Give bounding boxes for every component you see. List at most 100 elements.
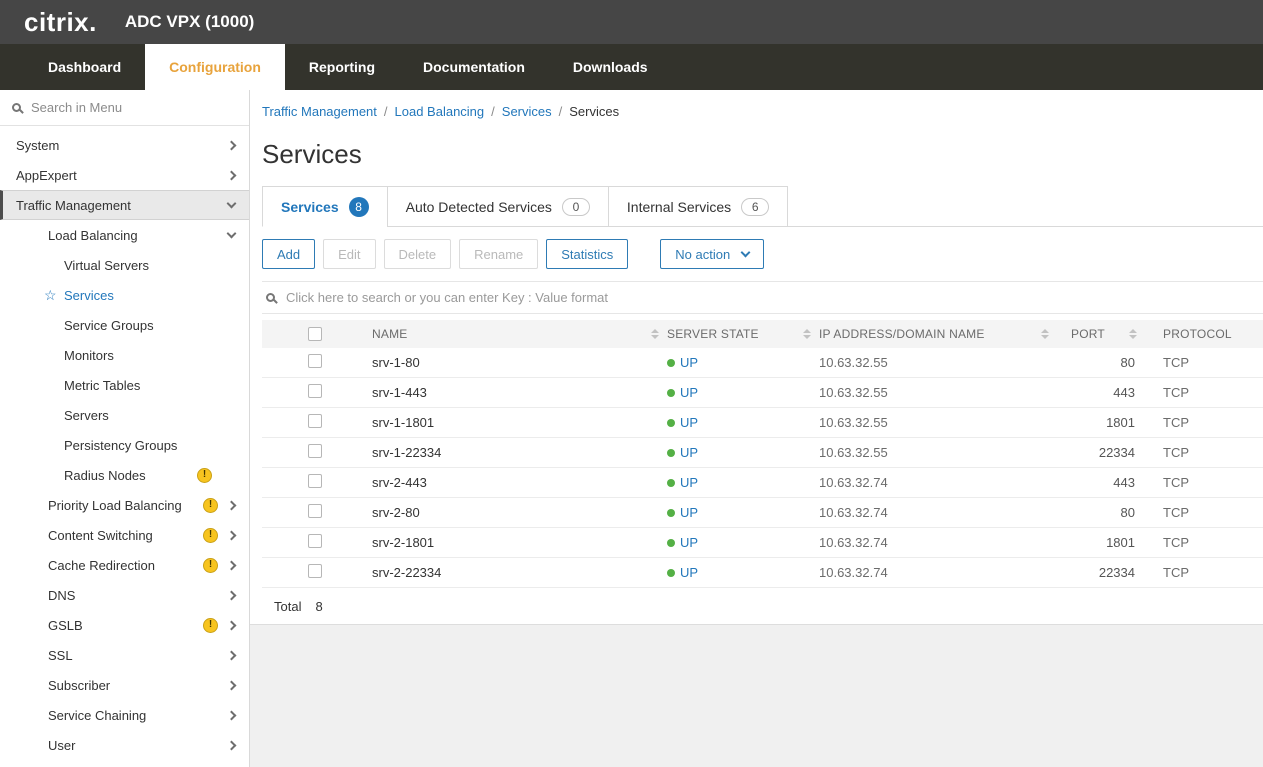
nav-tab-reporting[interactable]: Reporting (285, 44, 399, 90)
column-header-ip-address[interactable]: IP ADDRESS/DOMAIN NAME (819, 320, 1057, 348)
app-window: citrix. ADC VPX (1000) Dashboard Configu… (0, 0, 1263, 767)
table-row[interactable]: srv-1-80 UP 10.63.32.55 80 TCP (262, 348, 1263, 378)
server-state: UP (667, 385, 819, 400)
sidebar-item-service-chaining[interactable]: Service Chaining (0, 700, 249, 730)
sidebar-item-label: Load Balancing (48, 228, 228, 243)
sidebar-item-dns[interactable]: DNS (0, 580, 249, 610)
sort-icon (803, 329, 811, 339)
breadcrumb-link-traffic-management[interactable]: Traffic Management (262, 104, 377, 119)
tab-auto-detected-services[interactable]: Auto Detected Services 0 (387, 186, 609, 227)
breadcrumb-link-services[interactable]: Services (502, 104, 552, 119)
sidebar-item-metric-tables[interactable]: Metric Tables (0, 370, 249, 400)
row-checkbox[interactable] (308, 354, 322, 368)
sidebar-item-monitors[interactable]: Monitors (0, 340, 249, 370)
edit-button[interactable]: Edit (323, 239, 375, 269)
table-row[interactable]: srv-1-1801 UP 10.63.32.55 1801 TCP (262, 408, 1263, 438)
sidebar-item-priority-load-balancing[interactable]: Priority Load Balancing ! (0, 490, 249, 520)
nav-tab-configuration[interactable]: Configuration (145, 44, 285, 90)
sidebar-item-label: SSL (48, 648, 228, 663)
rename-button[interactable]: Rename (459, 239, 538, 269)
chevron-right-icon (227, 590, 237, 600)
nav-tab-dashboard[interactable]: Dashboard (24, 44, 145, 90)
tab-internal-services[interactable]: Internal Services 6 (608, 186, 788, 227)
no-action-label: No action (675, 247, 730, 262)
column-label: PORT (1071, 327, 1105, 341)
table-row[interactable]: srv-1-443 UP 10.63.32.55 443 TCP (262, 378, 1263, 408)
chevron-right-icon (227, 650, 237, 660)
row-checkbox[interactable] (308, 384, 322, 398)
warning-icon: ! (203, 528, 218, 543)
status-up-dot (667, 569, 675, 577)
no-action-dropdown[interactable]: No action (660, 239, 764, 269)
breadcrumb-link-load-balancing[interactable]: Load Balancing (395, 104, 485, 119)
table-row[interactable]: srv-2-443 UP 10.63.32.74 443 TCP (262, 468, 1263, 498)
sidebar-item-label: Services (64, 288, 235, 303)
sidebar-item-label: Persistency Groups (64, 438, 235, 453)
nav-tab-downloads[interactable]: Downloads (549, 44, 672, 90)
column-header-name[interactable]: NAME (362, 320, 667, 348)
nav-tab-documentation[interactable]: Documentation (399, 44, 549, 90)
tab-label: Internal Services (627, 199, 731, 215)
table-search-input[interactable] (284, 289, 1263, 306)
sidebar-item-label: Service Chaining (48, 708, 228, 723)
select-all-checkbox[interactable] (308, 327, 322, 341)
protocol: TCP (1145, 445, 1263, 460)
row-checkbox[interactable] (308, 474, 322, 488)
sidebar-item-traffic-management[interactable]: Traffic Management (0, 190, 249, 220)
warning-icon: ! (203, 558, 218, 573)
sidebar-item-cache-redirection[interactable]: Cache Redirection ! (0, 550, 249, 580)
sidebar-item-virtual-servers[interactable]: Virtual Servers (0, 250, 249, 280)
breadcrumb: Traffic Management / Load Balancing / Se… (262, 90, 1263, 119)
row-checkbox[interactable] (308, 414, 322, 428)
tab-services[interactable]: Services 8 (262, 186, 388, 227)
sidebar-item-user[interactable]: User (0, 730, 249, 760)
sidebar-item-load-balancing[interactable]: Load Balancing (0, 220, 249, 250)
status-up-dot (667, 419, 675, 427)
row-checkbox[interactable] (308, 534, 322, 548)
protocol: TCP (1145, 475, 1263, 490)
sidebar-item-services[interactable]: ☆ Services (0, 280, 249, 310)
status-up-dot (667, 509, 675, 517)
sidebar-item-persistency-groups[interactable]: Persistency Groups (0, 430, 249, 460)
sidebar-search-input[interactable] (29, 99, 237, 116)
main-content: Traffic Management / Load Balancing / Se… (250, 90, 1263, 767)
table-row[interactable]: srv-2-80 UP 10.63.32.74 80 TCP (262, 498, 1263, 528)
row-checkbox[interactable] (308, 444, 322, 458)
column-label: PROTOCOL (1163, 327, 1232, 341)
top-header: citrix. ADC VPX (1000) (0, 0, 1263, 44)
tab-count-badge: 0 (562, 198, 590, 216)
row-checkbox[interactable] (308, 564, 322, 578)
table-row[interactable]: srv-2-22334 UP 10.63.32.74 22334 TCP (262, 558, 1263, 588)
chevron-right-icon (227, 620, 237, 630)
column-header-port[interactable]: PORT (1057, 320, 1145, 348)
server-state: UP (667, 505, 819, 520)
ip-address: 10.63.32.55 (819, 355, 1057, 370)
sidebar-item-appexpert[interactable]: AppExpert (0, 160, 249, 190)
chevron-down-icon (741, 248, 751, 258)
sidebar-item-content-switching[interactable]: Content Switching ! (0, 520, 249, 550)
sidebar-item-system[interactable]: System (0, 130, 249, 160)
table-search[interactable] (262, 281, 1263, 314)
add-button[interactable]: Add (262, 239, 315, 269)
column-header-protocol[interactable]: PROTOCOL (1145, 320, 1263, 348)
table-row[interactable]: srv-2-1801 UP 10.63.32.74 1801 TCP (262, 528, 1263, 558)
sidebar-search[interactable] (0, 90, 249, 126)
statistics-button[interactable]: Statistics (546, 239, 628, 269)
state-label: UP (680, 355, 698, 370)
sidebar-item-gslb[interactable]: GSLB ! (0, 610, 249, 640)
sidebar-item-service-groups[interactable]: Service Groups (0, 310, 249, 340)
sidebar-item-subscriber[interactable]: Subscriber (0, 670, 249, 700)
port: 80 (1057, 505, 1145, 520)
delete-button[interactable]: Delete (384, 239, 452, 269)
total-row: Total 8 (262, 588, 1263, 624)
sidebar-item-radius-nodes[interactable]: Radius Nodes ! (0, 460, 249, 490)
total-value: 8 (315, 599, 322, 614)
column-header-server-state[interactable]: SERVER STATE (667, 320, 819, 348)
sidebar-item-ssl[interactable]: SSL (0, 640, 249, 670)
sidebar-item-servers[interactable]: Servers (0, 400, 249, 430)
breadcrumb-current: Services (569, 104, 619, 119)
app-title: ADC VPX (1000) (125, 12, 254, 32)
table-row[interactable]: srv-1-22334 UP 10.63.32.55 22334 TCP (262, 438, 1263, 468)
row-checkbox[interactable] (308, 504, 322, 518)
chevron-right-icon (227, 740, 237, 750)
